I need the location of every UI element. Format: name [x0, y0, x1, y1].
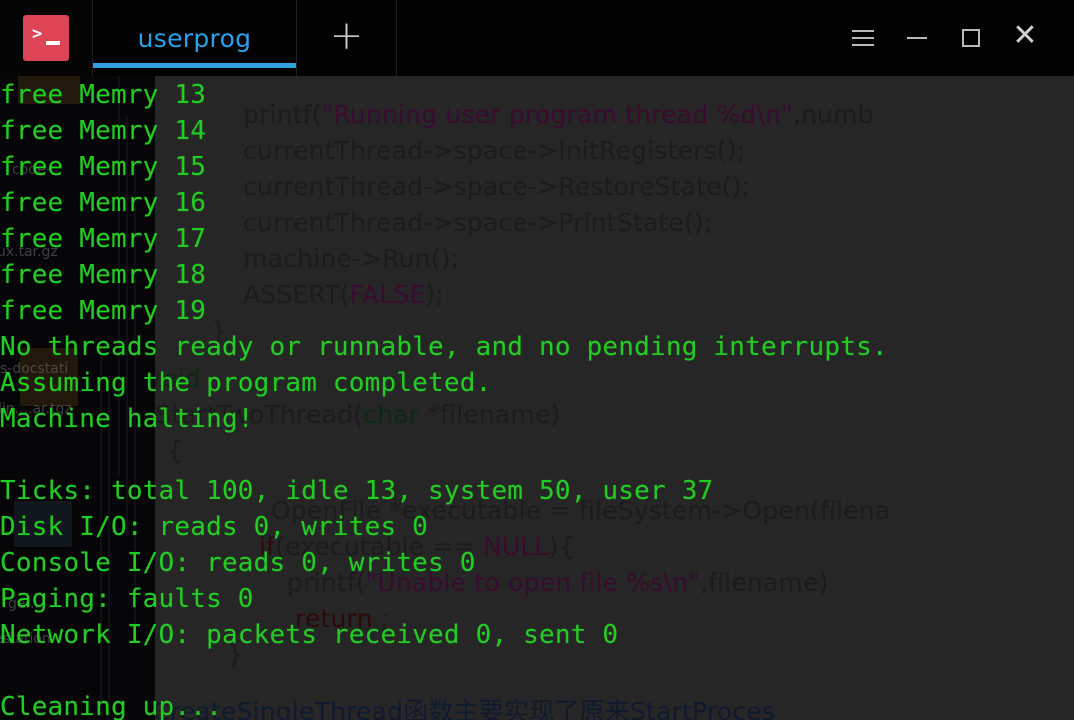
menu-button[interactable] [836, 0, 890, 76]
tab-strip: userprog + [92, 0, 397, 76]
prompt-glyph: > [32, 24, 43, 44]
terminal-line: free Memry 17 [0, 224, 207, 254]
terminal-line: free Memry 15 [0, 152, 207, 182]
terminal-line: free Memry 14 [0, 116, 207, 146]
terminal-line: Paging: faults 0 [0, 584, 254, 614]
terminal-line: Assuming the program completed. [0, 368, 492, 398]
maximize-button[interactable] [944, 0, 998, 76]
terminal-line: free Memry 16 [0, 188, 207, 218]
new-tab-button[interactable]: + [297, 0, 397, 76]
minimize-icon [907, 37, 927, 39]
terminal-line: free Memry 13 [0, 80, 207, 110]
prompt-underscore [46, 41, 60, 45]
terminal-icon: > [23, 15, 69, 61]
app-icon-container: > [0, 0, 92, 76]
tab-label: userprog [137, 23, 252, 53]
terminal-line: Disk I/O: reads 0, writes 0 [0, 512, 429, 542]
terminal-line: free Memry 18 [0, 260, 207, 290]
title-bar-drag-area[interactable] [397, 0, 836, 76]
title-bar: > userprog + ✕ [0, 0, 1074, 76]
terminal-line: Console I/O: reads 0, writes 0 [0, 548, 476, 578]
window-controls: ✕ [836, 0, 1074, 76]
hamburger-icon [852, 30, 874, 46]
minimize-button[interactable] [890, 0, 944, 76]
tab-active-indicator [93, 63, 296, 68]
close-icon: ✕ [1012, 18, 1038, 53]
maximize-icon [962, 29, 980, 47]
terminal-line: Ticks: total 100, idle 13, system 50, us… [0, 476, 714, 506]
terminal-output: free Memry 13 free Memry 14 free Memry 1… [0, 76, 1074, 720]
terminal-line: free Memry 19 [0, 296, 207, 326]
terminal-line: No threads ready or runnable, and no pen… [0, 332, 888, 362]
plus-icon: + [329, 13, 364, 59]
terminal-line: Machine halting! [0, 404, 254, 434]
close-button[interactable]: ✕ [998, 0, 1052, 76]
terminal-surface[interactable]: code- nux.tar.gz s-docstati lin....ar.tg… [0, 76, 1074, 720]
terminal-line: Network I/O: packets received 0, sent 0 [0, 620, 619, 650]
tab-userprog[interactable]: userprog [92, 0, 297, 76]
terminal-window: > userprog + ✕ code- ux.tar.gz s-docstat… [0, 0, 1074, 720]
terminal-line: Cleaning up... [0, 692, 222, 720]
